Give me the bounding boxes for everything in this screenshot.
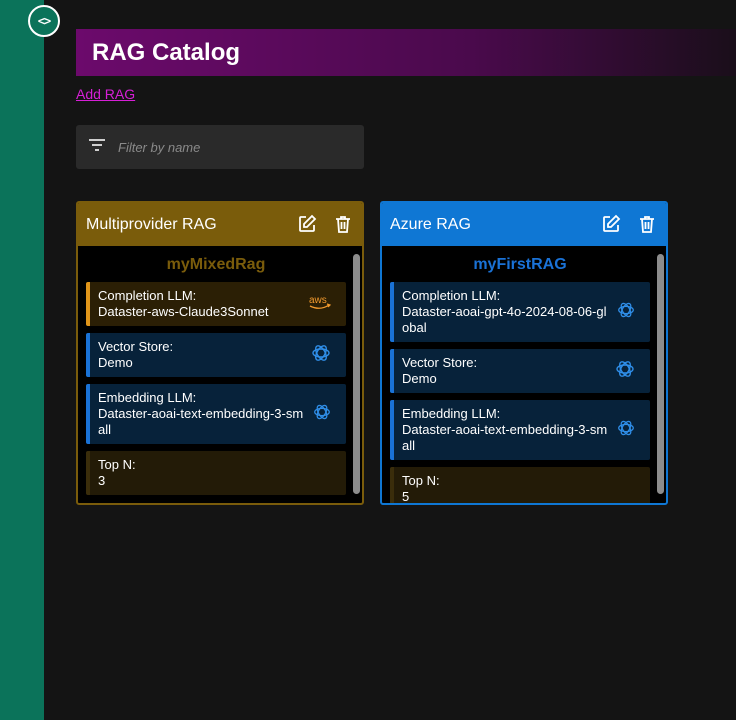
rag-name: myMixedRag bbox=[166, 256, 266, 273]
item-value: 3 bbox=[98, 473, 106, 488]
svg-text:aws: aws bbox=[309, 295, 327, 306]
rag-name: myFirstRAG bbox=[473, 256, 567, 273]
card-header: Multiprovider RAG bbox=[78, 203, 362, 246]
embedding-llm-item: Embedding LLM: Dataster-aoai-text-embedd… bbox=[390, 400, 650, 460]
completion-llm-item: Completion LLM: Dataster-aoai-gpt-4o-202… bbox=[390, 282, 650, 342]
completion-llm-item: Completion LLM: Dataster-aws-Claude3Sonn… bbox=[86, 282, 346, 326]
scrollbar-thumb[interactable] bbox=[657, 254, 664, 494]
card-body: myMixedRag Completion LLM: Dataster-aws-… bbox=[78, 246, 362, 503]
trash-icon[interactable] bbox=[636, 213, 658, 235]
trash-icon[interactable] bbox=[332, 213, 354, 235]
rag-card-multiprovider: Multiprovider RAG myMixedRag Completion … bbox=[76, 201, 364, 505]
edit-icon[interactable] bbox=[600, 213, 622, 235]
vector-store-item: Vector Store: Demo bbox=[390, 349, 650, 393]
openai-icon bbox=[312, 402, 332, 426]
item-label: Completion LLM: bbox=[98, 288, 197, 303]
scrollbar-thumb[interactable] bbox=[353, 254, 360, 494]
card-header: Azure RAG bbox=[382, 203, 666, 246]
item-label: Embedding LLM: bbox=[98, 390, 197, 405]
item-label: Top N: bbox=[98, 457, 136, 472]
rag-card-azure: Azure RAG myFirstRAG Completion LLM: Dat… bbox=[380, 201, 668, 505]
item-label: Embedding LLM: bbox=[402, 406, 501, 421]
item-value: Demo bbox=[402, 371, 437, 386]
edit-icon[interactable] bbox=[296, 213, 318, 235]
sidebar bbox=[0, 0, 44, 720]
openai-icon bbox=[616, 418, 636, 442]
embedding-llm-item: Embedding LLM: Dataster-aoai-text-embedd… bbox=[86, 384, 346, 444]
scrollbar[interactable] bbox=[353, 254, 360, 494]
filter-input[interactable] bbox=[118, 139, 338, 155]
page-header: RAG Catalog bbox=[76, 29, 736, 76]
top-n-item: Top N: 3 bbox=[86, 451, 346, 495]
openai-icon bbox=[614, 358, 636, 384]
card-body: myFirstRAG Completion LLM: Dataster-aoai… bbox=[382, 246, 666, 503]
item-value: Dataster-aoai-gpt-4o-2024-08-06-global bbox=[402, 304, 607, 335]
page-title: RAG Catalog bbox=[92, 38, 241, 66]
top-n-item: Top N: 5 bbox=[390, 467, 650, 503]
openai-icon bbox=[616, 300, 636, 324]
card-title: Multiprovider RAG bbox=[86, 215, 217, 233]
filter-box[interactable] bbox=[76, 125, 364, 169]
filter-icon bbox=[88, 138, 106, 157]
item-label: Vector Store: bbox=[98, 339, 174, 354]
item-value: Dataster-aoai-text-embedding-3-small bbox=[402, 422, 608, 453]
item-value: Dataster-aoai-text-embedding-3-small bbox=[98, 406, 304, 437]
item-value: Dataster-aws-Claude3Sonnet bbox=[98, 304, 269, 319]
item-value: Demo bbox=[98, 355, 133, 370]
item-label: Completion LLM: bbox=[402, 288, 501, 303]
scrollbar[interactable] bbox=[657, 254, 664, 494]
card-title: Azure RAG bbox=[390, 215, 471, 233]
code-brackets-icon[interactable]: <> bbox=[28, 5, 60, 37]
aws-icon: aws bbox=[308, 293, 332, 315]
add-rag-link[interactable]: Add RAG bbox=[76, 86, 135, 102]
item-label: Vector Store: bbox=[402, 355, 478, 370]
item-value: 5 bbox=[402, 489, 410, 503]
openai-icon bbox=[310, 342, 332, 368]
item-label: Top N: bbox=[402, 473, 440, 488]
vector-store-item: Vector Store: Demo bbox=[86, 333, 346, 377]
